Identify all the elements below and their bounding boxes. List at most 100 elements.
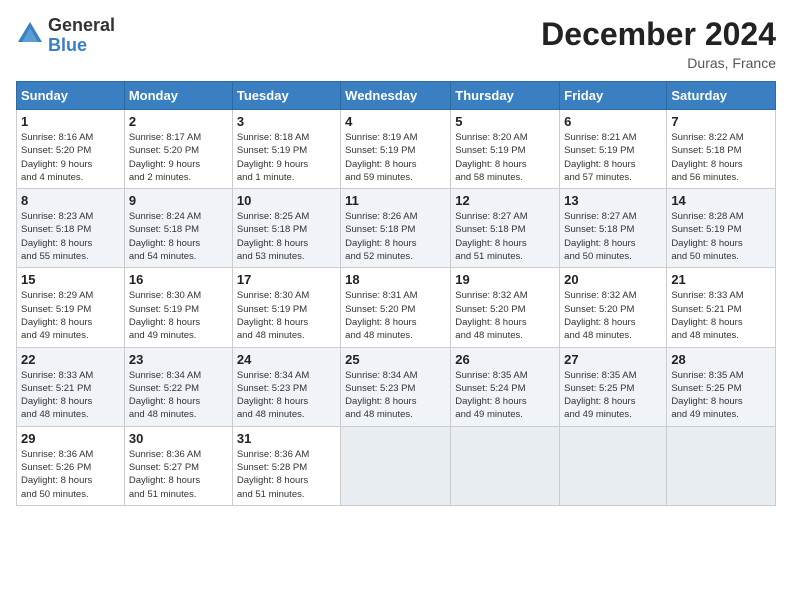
col-thursday: Thursday [451,82,560,110]
day-info: Sunrise: 8:27 AM Sunset: 5:18 PM Dayligh… [455,210,555,263]
day-info: Sunrise: 8:33 AM Sunset: 5:21 PM Dayligh… [671,289,771,342]
day-number: 20 [564,272,662,287]
day-number: 28 [671,352,771,367]
day-number: 23 [129,352,228,367]
col-monday: Monday [124,82,232,110]
table-row: 23 Sunrise: 8:34 AM Sunset: 5:22 PM Dayli… [124,347,232,426]
table-row: 24 Sunrise: 8:34 AM Sunset: 5:23 PM Dayli… [232,347,340,426]
table-row: 27Sunrise: 8:35 AM Sunset: 5:25 PM Dayli… [560,347,667,426]
table-row: 28 Sunrise: 8:35 AM Sunset: 5:25 PM Dayli… [667,347,776,426]
table-row: 9 Sunrise: 8:24 AM Sunset: 5:18 PM Daylig… [124,189,232,268]
page-header: General Blue December 2024 Duras, France [16,16,776,71]
day-info: Sunrise: 8:16 AM Sunset: 5:20 PM Dayligh… [21,131,120,184]
day-number: 10 [237,193,336,208]
logo-text: General Blue [48,16,115,56]
calendar-week-row: 22 Sunrise: 8:33 AM Sunset: 5:21 PM Dayli… [17,347,776,426]
month-title: December 2024 [541,16,776,53]
table-row: 17Sunrise: 8:30 AM Sunset: 5:19 PM Dayli… [232,268,340,347]
col-wednesday: Wednesday [341,82,451,110]
table-row: 13Sunrise: 8:27 AM Sunset: 5:18 PM Dayli… [560,189,667,268]
table-row: 3Sunrise: 8:18 AM Sunset: 5:19 PM Daylig… [232,110,340,189]
day-info: Sunrise: 8:34 AM Sunset: 5:23 PM Dayligh… [345,369,446,422]
table-row: 10 Sunrise: 8:25 AM Sunset: 5:18 PM Dayli… [232,189,340,268]
col-tuesday: Tuesday [232,82,340,110]
table-row: 4 Sunrise: 8:19 AM Sunset: 5:19 PM Daylig… [341,110,451,189]
day-number: 4 [345,114,446,129]
col-sunday: Sunday [17,82,125,110]
day-info: Sunrise: 8:36 AM Sunset: 5:26 PM Dayligh… [21,448,120,501]
day-info: Sunrise: 8:25 AM Sunset: 5:18 PM Dayligh… [237,210,336,263]
day-number: 14 [671,193,771,208]
day-info: Sunrise: 8:29 AM Sunset: 5:19 PM Dayligh… [21,289,120,342]
day-number: 2 [129,114,228,129]
logo-icon [16,20,44,48]
col-saturday: Saturday [667,82,776,110]
table-row [451,426,560,505]
table-row: 26 Sunrise: 8:35 AM Sunset: 5:24 PM Dayli… [451,347,560,426]
day-number: 24 [237,352,336,367]
day-info: Sunrise: 8:21 AM Sunset: 5:19 PM Dayligh… [564,131,662,184]
day-info: Sunrise: 8:23 AM Sunset: 5:18 PM Dayligh… [21,210,120,263]
day-number: 26 [455,352,555,367]
day-info: Sunrise: 8:34 AM Sunset: 5:22 PM Dayligh… [129,369,228,422]
day-info: Sunrise: 8:32 AM Sunset: 5:20 PM Dayligh… [564,289,662,342]
table-row: 18 Sunrise: 8:31 AM Sunset: 5:20 PM Dayli… [341,268,451,347]
day-info: Sunrise: 8:24 AM Sunset: 5:18 PM Dayligh… [129,210,228,263]
table-row: 12 Sunrise: 8:27 AM Sunset: 5:18 PM Dayli… [451,189,560,268]
table-row: 1 Sunrise: 8:16 AM Sunset: 5:20 PM Daylig… [17,110,125,189]
table-row: 8 Sunrise: 8:23 AM Sunset: 5:18 PM Daylig… [17,189,125,268]
day-number: 22 [21,352,120,367]
day-number: 1 [21,114,120,129]
day-number: 8 [21,193,120,208]
col-friday: Friday [560,82,667,110]
day-info: Sunrise: 8:35 AM Sunset: 5:25 PM Dayligh… [564,369,662,422]
day-info: Sunrise: 8:17 AM Sunset: 5:20 PM Dayligh… [129,131,228,184]
day-number: 12 [455,193,555,208]
day-number: 7 [671,114,771,129]
table-row: 25 Sunrise: 8:34 AM Sunset: 5:23 PM Dayli… [341,347,451,426]
table-row: 14 Sunrise: 8:28 AM Sunset: 5:19 PM Dayli… [667,189,776,268]
day-number: 11 [345,193,446,208]
day-number: 16 [129,272,228,287]
table-row [667,426,776,505]
day-info: Sunrise: 8:22 AM Sunset: 5:18 PM Dayligh… [671,131,771,184]
table-row: 16 Sunrise: 8:30 AM Sunset: 5:19 PM Dayli… [124,268,232,347]
title-block: December 2024 Duras, France [541,16,776,71]
day-info: Sunrise: 8:19 AM Sunset: 5:19 PM Dayligh… [345,131,446,184]
day-number: 25 [345,352,446,367]
day-info: Sunrise: 8:18 AM Sunset: 5:19 PM Dayligh… [237,131,336,184]
day-info: Sunrise: 8:35 AM Sunset: 5:24 PM Dayligh… [455,369,555,422]
day-info: Sunrise: 8:27 AM Sunset: 5:18 PM Dayligh… [564,210,662,263]
calendar-table: Sunday Monday Tuesday Wednesday Thursday… [16,81,776,506]
calendar-week-row: 8 Sunrise: 8:23 AM Sunset: 5:18 PM Daylig… [17,189,776,268]
day-number: 21 [671,272,771,287]
day-info: Sunrise: 8:31 AM Sunset: 5:20 PM Dayligh… [345,289,446,342]
day-number: 5 [455,114,555,129]
table-row: 21 Sunrise: 8:33 AM Sunset: 5:21 PM Dayli… [667,268,776,347]
day-info: Sunrise: 8:26 AM Sunset: 5:18 PM Dayligh… [345,210,446,263]
logo-blue: Blue [48,36,115,56]
table-row: 6Sunrise: 8:21 AM Sunset: 5:19 PM Daylig… [560,110,667,189]
day-number: 18 [345,272,446,287]
table-row: 7 Sunrise: 8:22 AM Sunset: 5:18 PM Daylig… [667,110,776,189]
day-info: Sunrise: 8:34 AM Sunset: 5:23 PM Dayligh… [237,369,336,422]
day-info: Sunrise: 8:35 AM Sunset: 5:25 PM Dayligh… [671,369,771,422]
calendar-week-row: 15Sunrise: 8:29 AM Sunset: 5:19 PM Dayli… [17,268,776,347]
day-info: Sunrise: 8:33 AM Sunset: 5:21 PM Dayligh… [21,369,120,422]
day-info: Sunrise: 8:30 AM Sunset: 5:19 PM Dayligh… [129,289,228,342]
table-row: 5 Sunrise: 8:20 AM Sunset: 5:19 PM Daylig… [451,110,560,189]
logo-general: General [48,16,115,36]
day-number: 30 [129,431,228,446]
day-info: Sunrise: 8:30 AM Sunset: 5:19 PM Dayligh… [237,289,336,342]
table-row: 11 Sunrise: 8:26 AM Sunset: 5:18 PM Dayli… [341,189,451,268]
day-info: Sunrise: 8:20 AM Sunset: 5:19 PM Dayligh… [455,131,555,184]
day-info: Sunrise: 8:36 AM Sunset: 5:27 PM Dayligh… [129,448,228,501]
table-row: 19Sunrise: 8:32 AM Sunset: 5:20 PM Dayli… [451,268,560,347]
day-info: Sunrise: 8:32 AM Sunset: 5:20 PM Dayligh… [455,289,555,342]
day-info: Sunrise: 8:28 AM Sunset: 5:19 PM Dayligh… [671,210,771,263]
day-number: 9 [129,193,228,208]
table-row [560,426,667,505]
calendar-header-row: Sunday Monday Tuesday Wednesday Thursday… [17,82,776,110]
calendar-week-row: 29Sunrise: 8:36 AM Sunset: 5:26 PM Dayli… [17,426,776,505]
table-row: 22 Sunrise: 8:33 AM Sunset: 5:21 PM Dayli… [17,347,125,426]
